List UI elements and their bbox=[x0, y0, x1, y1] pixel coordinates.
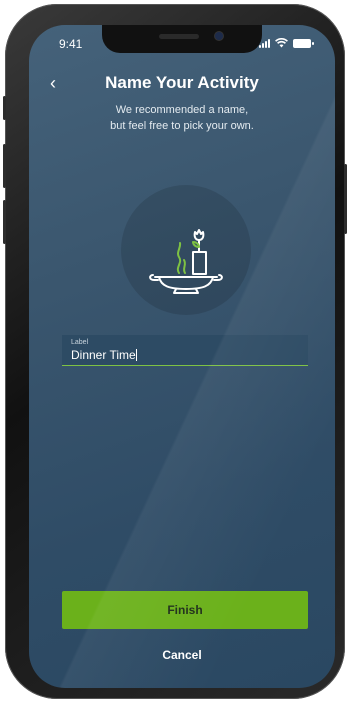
volume-up-button bbox=[3, 144, 6, 188]
status-icons bbox=[259, 38, 314, 48]
volume-down-button bbox=[3, 200, 6, 244]
phone-frame: 9:41 ‹ Name Your Activity We recommended… bbox=[3, 4, 347, 699]
battery-icon bbox=[293, 39, 314, 48]
dinner-vase-icon bbox=[149, 229, 223, 294]
page-title: Name Your Activity bbox=[105, 73, 259, 92]
activity-name-value: Dinner Time bbox=[71, 348, 136, 362]
speaker-grille bbox=[159, 34, 199, 39]
cellular-signal-icon bbox=[259, 39, 270, 48]
activity-icon-circle bbox=[121, 185, 251, 315]
page-subtitle: We recommended a name, but feel free to … bbox=[29, 102, 335, 134]
subtitle-line-1: We recommended a name, bbox=[115, 104, 249, 116]
mute-switch bbox=[3, 96, 6, 120]
activity-name-input[interactable]: Dinner Time bbox=[71, 347, 299, 363]
front-camera bbox=[215, 32, 223, 40]
notch bbox=[102, 25, 262, 53]
status-time: 9:41 bbox=[59, 37, 83, 51]
field-label: Label bbox=[71, 339, 89, 346]
subtitle-line-2: but feel free to pick your own. bbox=[110, 120, 254, 132]
text-caret bbox=[135, 349, 137, 361]
power-button bbox=[344, 164, 347, 234]
app-screen: 9:41 ‹ Name Your Activity We recommended… bbox=[29, 25, 335, 688]
wifi-icon bbox=[275, 38, 288, 48]
finish-button[interactable]: Finish bbox=[62, 591, 308, 629]
cancel-button[interactable]: Cancel bbox=[122, 645, 242, 665]
activity-name-field[interactable]: Label Dinner Time bbox=[62, 335, 308, 366]
